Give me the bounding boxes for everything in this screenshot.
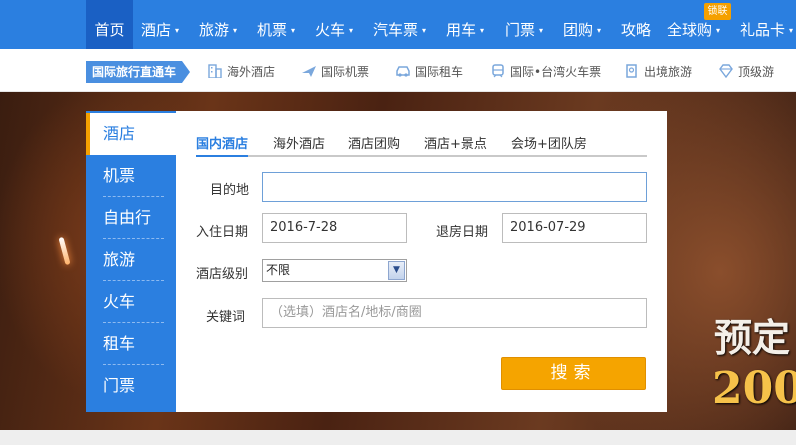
category-label: 酒店 — [103, 124, 136, 143]
chevron-down-icon: ▾ — [349, 26, 354, 35]
subnav-link-intl-flight[interactable]: 国际机票 — [301, 61, 369, 83]
nav-item-hotel[interactable]: 酒店 ▾ — [141, 0, 179, 49]
nav-item-car[interactable]: 用车 ▾ — [446, 0, 484, 49]
nav-badge: 锁联 — [704, 3, 731, 20]
nav-label: 礼品卡 — [740, 21, 786, 39]
subnav-link-label: 国际租车 — [415, 65, 464, 79]
tab-domestic-hotel[interactable]: 国内酒店 — [196, 133, 249, 157]
nav-label: 团购 — [563, 21, 594, 39]
subnav-link-label: 国际机票 — [321, 65, 370, 79]
chevron-down-icon: ▾ — [539, 26, 544, 35]
checkout-date-input[interactable]: 2016-07-29 — [502, 213, 647, 243]
category-menu: 酒店 机票 自由行 旅游 火车 租车 门票 — [86, 111, 176, 412]
search-tabs: 国内酒店 海外酒店 酒店团购 酒店+景点 会场+团队房 — [196, 131, 647, 157]
nav-label: 首页 — [94, 21, 125, 39]
plane-icon — [302, 66, 316, 77]
car-icon — [396, 66, 410, 77]
nav-label: 旅游 — [199, 21, 230, 39]
subnav-link-outbound-tour[interactable]: 出境旅游 — [624, 61, 692, 83]
tab-venue-group[interactable]: 会场+团队房 — [511, 133, 587, 157]
building-icon — [208, 64, 222, 78]
nav-label: 汽车票 — [373, 21, 419, 39]
chevron-down-icon: ▾ — [291, 26, 296, 35]
nav-item-groupbuy[interactable]: 团购 ▾ — [563, 0, 601, 49]
hotel-search-panel: 国内酒店 海外酒店 酒店团购 酒店+景点 会场+团队房 目的地 入住日期 201… — [176, 111, 667, 412]
page-bottom-strip — [0, 430, 796, 445]
category-label: 旅游 — [103, 250, 136, 269]
category-label: 租车 — [103, 334, 136, 353]
passport-icon — [626, 64, 637, 78]
nav-label: 全球购 — [667, 21, 713, 39]
chevron-down-icon: ▾ — [175, 26, 180, 35]
checkin-date-input[interactable]: 2016-7-28 — [262, 213, 407, 243]
subnav-link-label: 顶级游 — [738, 65, 775, 79]
nav-label: 酒店 — [141, 21, 172, 39]
light-flare — [58, 236, 71, 266]
nav-label: 用车 — [446, 21, 477, 39]
subnav-link-overseas-hotel[interactable]: 海外酒店 — [207, 61, 275, 83]
destination-label: 目的地 — [210, 183, 250, 198]
diamond-icon — [719, 64, 733, 78]
hotel-level-select[interactable]: 不限 ▼ — [262, 259, 407, 282]
tab-hotel-groupbuy[interactable]: 酒店团购 — [348, 133, 400, 157]
category-label: 机票 — [103, 166, 136, 185]
sub-navigation: 国际旅行直通车 海外酒店 国际机票 国际租车 国际•台湾火车票 出境旅游 顶级游 — [0, 49, 796, 92]
train-icon — [492, 64, 504, 78]
international-tag: 国际旅行直通车 — [86, 61, 191, 83]
category-item-hotel[interactable]: 酒店 — [86, 113, 176, 155]
search-button[interactable]: 搜索 — [501, 357, 646, 390]
chevron-down-icon: ▾ — [597, 26, 602, 35]
keyword-input[interactable]: （选填）酒店名/地标/商圈 — [262, 298, 647, 328]
category-label: 火车 — [103, 292, 136, 311]
destination-input[interactable] — [262, 172, 647, 202]
subnav-link-label: 海外酒店 — [227, 65, 276, 79]
nav-item-bus[interactable]: 汽车票 ▾ — [373, 0, 426, 49]
category-label: 自由行 — [103, 208, 152, 227]
chevron-down-icon: ▾ — [716, 26, 721, 35]
nav-item-home[interactable]: 首页 — [86, 0, 133, 49]
subnav-link-label: 国际•台湾火车票 — [510, 65, 602, 79]
category-item-ticket[interactable]: 门票 — [86, 365, 176, 407]
chevron-down-icon: ▾ — [233, 26, 238, 35]
hotel-level-value: 不限 — [266, 263, 291, 277]
top-navigation: 首页 酒店 ▾ 旅游 ▾ 机票 ▾ 火车 ▾ 汽车票 ▾ 用车 ▾ 门票 ▾ 团购 ▾ 攻略 全… — [0, 0, 796, 49]
subnav-link-top-tour[interactable]: 顶级游 — [718, 61, 774, 83]
category-item-free-travel[interactable]: 自由行 — [86, 197, 176, 239]
nav-label: 机票 — [257, 21, 288, 39]
checkin-label: 入住日期 — [196, 225, 249, 240]
nav-item-travel[interactable]: 旅游 ▾ — [199, 0, 237, 49]
category-item-train[interactable]: 火车 — [86, 281, 176, 323]
tab-hotel-scenic[interactable]: 酒店+景点 — [424, 133, 487, 157]
category-item-flight[interactable]: 机票 — [86, 155, 176, 197]
nav-label: 门票 — [505, 21, 536, 39]
category-item-tour[interactable]: 旅游 — [86, 239, 176, 281]
subnav-link-intl-train[interactable]: 国际•台湾火车票 — [490, 61, 601, 83]
nav-item-giftcard[interactable]: 礼品卡 ▾ — [740, 0, 793, 49]
category-item-car-rental[interactable]: 租车 — [86, 323, 176, 365]
checkout-label: 退房日期 — [436, 225, 489, 240]
subnav-link-intl-car[interactable]: 国际租车 — [395, 61, 463, 83]
nav-label: 攻略 — [621, 21, 652, 39]
chevron-down-icon[interactable]: ▼ — [388, 261, 405, 280]
chevron-down-icon: ▾ — [480, 26, 485, 35]
subnav-link-label: 出境旅游 — [644, 65, 693, 79]
nav-item-train[interactable]: 火车 ▾ — [315, 0, 353, 49]
tab-overseas-hotel[interactable]: 海外酒店 — [273, 133, 325, 157]
nav-item-ticket[interactable]: 门票 ▾ — [505, 0, 543, 49]
nav-label: 火车 — [315, 21, 346, 39]
nav-item-flight[interactable]: 机票 ▾ — [257, 0, 295, 49]
promo-text-line2: 200 — [712, 363, 796, 414]
promo-text-line1: 预定 — [714, 315, 791, 360]
chevron-down-icon: ▾ — [789, 26, 794, 35]
keyword-label: 关键词 — [206, 310, 246, 325]
chevron-down-icon: ▾ — [422, 26, 427, 35]
category-label: 门票 — [103, 376, 136, 395]
nav-item-guide[interactable]: 攻略 — [621, 0, 651, 49]
hotel-level-label: 酒店级别 — [196, 267, 249, 282]
